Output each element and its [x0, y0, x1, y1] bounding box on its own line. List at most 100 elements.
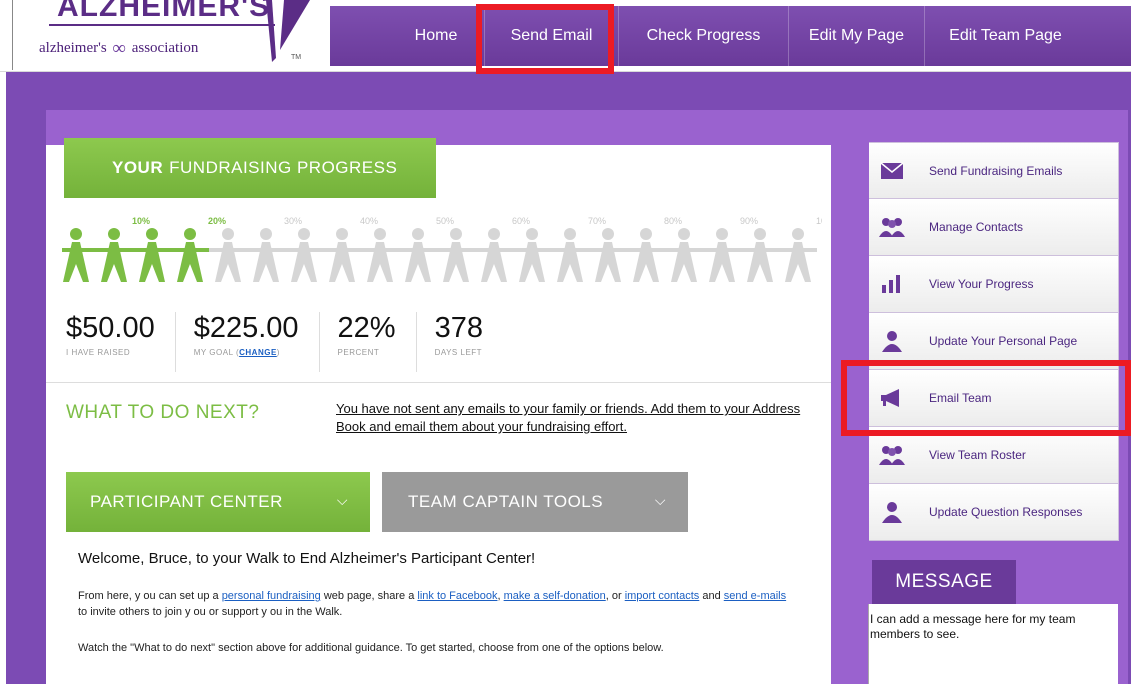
progress-person-icon [133, 228, 171, 282]
progress-person-icon [285, 228, 323, 282]
logo-wordmark: alzheimer's ∞ association [39, 36, 199, 59]
progress-person-icon [589, 228, 627, 282]
progress-person-icon [703, 228, 741, 282]
percent-marker: 80% [664, 216, 682, 226]
sidebar-item-manage-contacts[interactable]: Manage Contacts [869, 199, 1119, 256]
progress-title: FUNDRAISING PROGRESS [169, 158, 398, 177]
tab-team-captain-tools-label: TEAM CAPTAIN TOOLS [408, 492, 604, 511]
intro-text: From here, y ou can set up a [78, 590, 222, 602]
nav-send-email[interactable]: Send Email [484, 6, 618, 66]
raised-value: $50.00 [66, 312, 155, 344]
chevron-down-icon: ⌵ [336, 492, 348, 508]
stat-days-left: 378 DAYS LEFT [415, 312, 503, 372]
logo-top-word: ALZHEIMER'S [57, 0, 271, 23]
sidebar-item-label: View Team Roster [929, 448, 1026, 462]
stat-raised: $50.00 I HAVE RAISED [66, 312, 175, 372]
sidebar-item-label: Email Team [929, 391, 992, 405]
progress-person-icon [551, 228, 589, 282]
bar-chart-icon [869, 275, 915, 293]
sidebar-item-send-fundraising-emails[interactable]: Send Fundraising Emails [869, 142, 1119, 199]
days-left-label: DAYS LEFT [434, 348, 483, 357]
percent-marker: 30% [284, 216, 302, 226]
progress-person-icon [437, 228, 475, 282]
progress-person-icon [665, 228, 703, 282]
percent-marker: 100% [816, 216, 822, 226]
envelope-icon [869, 161, 915, 180]
progress-person-icon [361, 228, 399, 282]
nav-edit-my-page[interactable]: Edit My Page [788, 6, 924, 66]
guidance-paragraph: Watch the "What to do next" section abov… [78, 642, 664, 654]
sidebar-item-label: Send Fundraising Emails [929, 163, 1063, 178]
intro-text: , or [605, 590, 625, 602]
tab-participant-center[interactable]: PARTICIPANT CENTER ⌵ [66, 472, 370, 532]
percent-marker: 50% [436, 216, 454, 226]
tab-participant-center-label: PARTICIPANT CENTER [90, 492, 283, 511]
sidebar-item-update-your-personal-page[interactable]: Update Your Personal Page [869, 313, 1119, 370]
goal-label-wrap: MY GOAL (change) [193, 348, 280, 357]
progress-person-icon [171, 228, 209, 282]
purple-ribbon-icon: ∞ [112, 38, 126, 59]
section-divider [46, 382, 831, 383]
import-contacts-link[interactable]: import contacts [625, 590, 700, 602]
fundraising-progress-header: YOUR FUNDRAISING PROGRESS [64, 138, 436, 198]
stat-percent: 22% PERCENT [318, 312, 416, 372]
sidebar-item-label: Manage Contacts [929, 220, 1024, 234]
what-to-do-next-link[interactable]: You have not sent any emails to your fam… [336, 400, 826, 436]
sidebar-item-update-question-responses[interactable]: Update Question Responses [869, 484, 1119, 541]
change-goal-link[interactable]: change [239, 348, 277, 357]
people-icon [869, 445, 915, 465]
nav-edit-team-page[interactable]: Edit Team Page [924, 6, 1086, 66]
sidebar-menu: Send Fundraising Emails Manage Contacts … [869, 142, 1119, 541]
sidebar-item-label: Update Your Personal Page [929, 334, 1078, 348]
progress-person-icon [475, 228, 513, 282]
sidebar-item-label: Update Question Responses [929, 505, 1083, 519]
percent-marker: 90% [740, 216, 758, 226]
progress-person-icon [779, 228, 817, 282]
send-emails-link[interactable]: send e-mails [724, 590, 786, 602]
nav-home[interactable]: Home [388, 6, 484, 66]
intro-text: and [699, 590, 724, 602]
intro-text: web page, share a [320, 590, 418, 602]
sidebar-item-view-your-progress[interactable]: View Your Progress [869, 256, 1119, 313]
tab-team-captain-tools[interactable]: TEAM CAPTAIN TOOLS ⌵ [382, 472, 688, 532]
percent-marker: 20% [208, 216, 226, 226]
progress-person-icon [513, 228, 551, 282]
raised-label: I HAVE RAISED [66, 348, 131, 357]
people-icon [869, 217, 915, 237]
progress-person-icon [399, 228, 437, 282]
intro-paragraph: From here, y ou can set up a personal fu… [78, 588, 798, 620]
sidebar-item-label: View Your Progress [929, 277, 1034, 291]
nav-check-progress[interactable]: Check Progress [618, 6, 788, 66]
progress-person-icon [627, 228, 665, 282]
logo-rule [49, 24, 275, 26]
person-icon [869, 501, 915, 523]
days-left-value: 378 [434, 312, 483, 344]
person-icon [869, 330, 915, 352]
what-to-do-next-title: WHAT TO DO NEXT? [66, 402, 260, 423]
percent-marker: 40% [360, 216, 378, 226]
chevron-down-icon: ⌵ [654, 492, 666, 508]
progress-person-icon [209, 228, 247, 282]
message-text: I can add a message here for my team mem… [870, 612, 1076, 641]
percent-marker: 10% [132, 216, 150, 226]
progress-people-meter: 10% 20% 30% 40% 50% 60% 70% 80% 90% 100% [62, 216, 822, 282]
progress-person-icon [741, 228, 779, 282]
top-navigation: Home Send Email Check Progress Edit My P… [388, 6, 1086, 66]
logo-wordmark-left: alzheimer's [39, 40, 107, 56]
stat-goal: $225.00 MY GOAL (change) [174, 312, 319, 372]
self-donation-link[interactable]: make a self-donation [504, 590, 606, 602]
percent-value: 22% [337, 312, 396, 344]
progress-person-icon [95, 228, 133, 282]
goal-label: MY GOAL [193, 348, 234, 357]
megaphone-icon [869, 389, 915, 407]
logo-wordmark-right: association [131, 40, 199, 56]
progress-person-icon [247, 228, 285, 282]
progress-stats: $50.00 I HAVE RAISED $225.00 MY GOAL (ch… [66, 312, 503, 372]
personal-fundraising-link[interactable]: personal fundraising [222, 590, 321, 602]
percent-label: PERCENT [337, 348, 380, 357]
progress-title-bold: YOUR [112, 158, 164, 177]
sidebar-item-view-team-roster[interactable]: View Team Roster [869, 427, 1119, 484]
percent-marker: 70% [588, 216, 606, 226]
sidebar-item-email-team[interactable]: Email Team [869, 370, 1119, 427]
link-to-facebook-link[interactable]: link to Facebook [417, 590, 497, 602]
